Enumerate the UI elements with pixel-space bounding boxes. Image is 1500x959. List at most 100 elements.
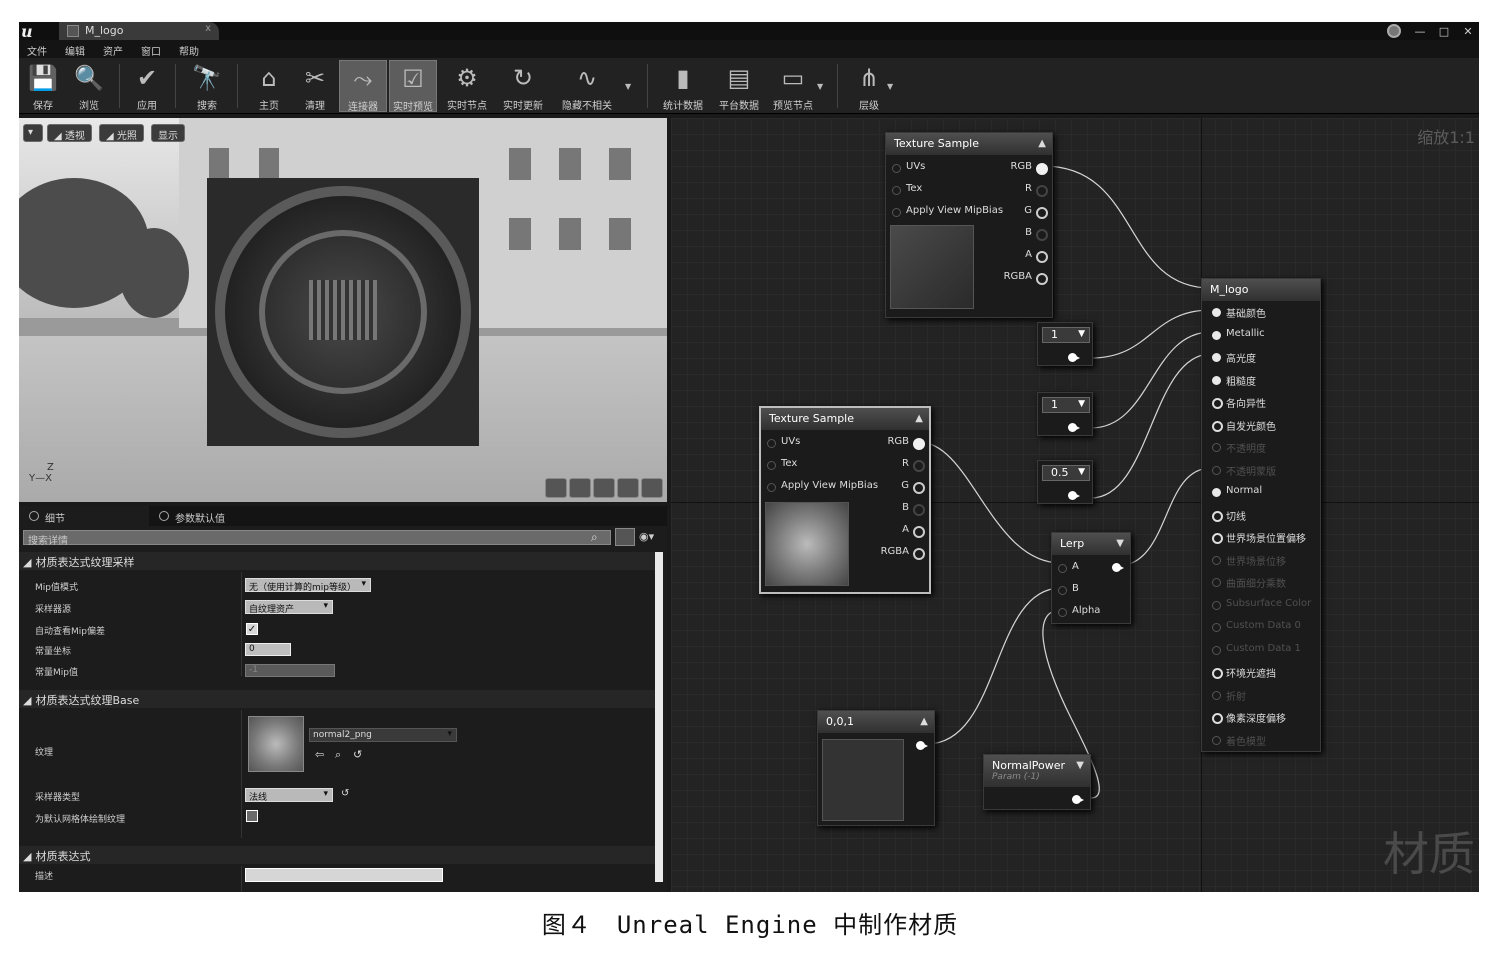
source-control-icon[interactable] bbox=[1387, 24, 1401, 38]
toolbar-platform-stats-button[interactable]: ▤ 平台数据 bbox=[715, 60, 763, 112]
input-pin-uvs[interactable]: UVs bbox=[761, 436, 800, 448]
output-pin-g[interactable]: G bbox=[1024, 205, 1048, 219]
material-input-pin[interactable]: Normal bbox=[1206, 485, 1262, 497]
material-graph[interactable]: 缩放1:1 材质 Texture Sample ▲ UVs Tex Apply V… bbox=[671, 118, 1479, 892]
input-pin-a[interactable]: A bbox=[1052, 561, 1079, 573]
chevron-down-icon[interactable]: ▼ bbox=[887, 82, 893, 91]
tab-details[interactable]: 细节 bbox=[19, 506, 149, 526]
chevron-down-icon[interactable]: ▼ bbox=[1116, 538, 1124, 549]
material-input-pin[interactable]: 环境光遮挡 bbox=[1206, 665, 1276, 680]
category-expression[interactable]: ◢ 材质表达式 bbox=[19, 846, 659, 864]
use-selected-arrow-icon[interactable]: ⇦ bbox=[315, 748, 324, 761]
toolbar-live-update-button[interactable]: ↻ 实时更新 bbox=[499, 60, 547, 112]
menu-window[interactable]: 窗口 bbox=[139, 40, 177, 58]
sphere-shape-button[interactable] bbox=[569, 478, 591, 498]
sampler-source-select[interactable]: 自纹理资产 bbox=[245, 600, 333, 615]
material-input-pin[interactable]: Subsurface Color bbox=[1206, 598, 1311, 610]
node-header[interactable]: 0,0,1 ▲ bbox=[818, 711, 934, 733]
texture-sample-node-2[interactable]: Texture Sample ▲ UVs Tex Apply View MipBi… bbox=[759, 406, 931, 594]
constant-node-specular[interactable]: 1 ▼ bbox=[1037, 392, 1093, 436]
constant-value[interactable]: 1 ▼ bbox=[1042, 397, 1090, 413]
chevron-down-icon[interactable]: ▼ bbox=[1078, 467, 1085, 477]
material-input-pin[interactable]: 自发光颜色 bbox=[1206, 418, 1276, 433]
texture-sample-node-1[interactable]: Texture Sample ▲ UVs Tex Apply View MipBi… bbox=[885, 132, 1053, 318]
output-pin[interactable] bbox=[1068, 423, 1080, 432]
auto-mip-bias-checkbox[interactable]: ✓ bbox=[246, 623, 258, 635]
output-pin-rgb[interactable]: RGB bbox=[887, 436, 925, 450]
material-input-pin[interactable]: 曲面细分乘数 bbox=[1206, 575, 1286, 590]
material-input-pin[interactable]: Metallic bbox=[1206, 328, 1265, 340]
output-pin-a[interactable]: A bbox=[1025, 249, 1048, 263]
material-result-node[interactable]: M_logo 基础颜色 Metallic 高光度 粗糙度 各向异性 自发光颜色 不透明度 不透… bbox=[1201, 278, 1321, 752]
document-tab[interactable]: M_logo x bbox=[59, 22, 219, 40]
node-header[interactable]: M_logo bbox=[1202, 279, 1320, 301]
toolbar-live-preview-button[interactable]: ☑ 实时预览 bbox=[389, 60, 437, 113]
reset-icon[interactable]: ↺ bbox=[353, 748, 362, 761]
description-input[interactable] bbox=[245, 868, 443, 882]
const-mip-input[interactable]: -1 bbox=[245, 664, 335, 677]
input-pin-b[interactable]: B bbox=[1052, 583, 1079, 595]
input-pin-tex[interactable]: Tex bbox=[761, 458, 797, 470]
menu-edit[interactable]: 编辑 bbox=[63, 40, 101, 58]
material-input-pin[interactable]: 世界场景位置偏移 bbox=[1206, 530, 1306, 545]
category-texture-sample[interactable]: ◢ 材质表达式纹理采样 bbox=[19, 552, 659, 570]
output-pin[interactable] bbox=[1068, 353, 1080, 362]
output-pin-r[interactable]: R bbox=[902, 458, 925, 472]
texture-asset-picker[interactable]: normal2_png bbox=[309, 728, 457, 742]
details-search-input[interactable]: 搜索详情 bbox=[23, 530, 611, 547]
preview-viewport[interactable]: ▾ ◢ 透视 ◢ 光照 显示 Z Y—X bbox=[19, 118, 667, 502]
input-pin-mipbias[interactable]: Apply View MipBias bbox=[761, 480, 878, 492]
lerp-node[interactable]: Lerp ▼ A B Alpha bbox=[1051, 532, 1131, 624]
node-header[interactable]: NormalPower ▼ Param (-1) bbox=[984, 755, 1090, 787]
menu-asset[interactable]: 资产 bbox=[101, 40, 139, 58]
collapse-arrow-icon[interactable]: ▲ bbox=[1038, 138, 1046, 149]
input-pin-tex[interactable]: Tex bbox=[886, 183, 922, 195]
material-input-pin[interactable]: 不透明度 bbox=[1206, 440, 1266, 455]
output-pin-a[interactable]: A bbox=[902, 524, 925, 538]
plane-shape-button[interactable] bbox=[593, 478, 615, 498]
material-input-pin[interactable]: Custom Data 0 bbox=[1206, 620, 1301, 632]
material-input-pin[interactable]: 切线 bbox=[1206, 508, 1246, 523]
chevron-down-icon[interactable]: ▼ bbox=[1076, 760, 1084, 771]
close-tab-icon[interactable]: x bbox=[205, 23, 211, 34]
constant-node-roughness[interactable]: 0.5 ▼ bbox=[1037, 460, 1093, 504]
input-pin-mipbias[interactable]: Apply View MipBias bbox=[886, 205, 1003, 217]
toolbar-hierarchy-button[interactable]: ⋔ 层级 bbox=[845, 60, 893, 112]
material-input-pin[interactable]: 基础颜色 bbox=[1206, 305, 1266, 320]
default-mesh-texture-checkbox[interactable] bbox=[246, 810, 258, 822]
output-pin-rgb[interactable]: RGB bbox=[1010, 161, 1048, 175]
chevron-down-icon[interactable]: ▼ bbox=[1078, 399, 1085, 409]
lighting-button[interactable]: ◢ 光照 bbox=[99, 124, 144, 142]
mip-mode-select[interactable]: 无（使用计算的mip等级） bbox=[245, 578, 371, 593]
tab-parameter-defaults[interactable]: 参数默认值 bbox=[149, 506, 279, 526]
cube-shape-button[interactable] bbox=[617, 478, 639, 498]
toolbar-search-button[interactable]: 🔭 搜索 bbox=[183, 60, 231, 112]
const-coordinate-input[interactable]: 0 bbox=[245, 643, 291, 656]
normal-power-param-node[interactable]: NormalPower ▼ Param (-1) bbox=[983, 754, 1091, 810]
node-header[interactable]: Texture Sample ▲ bbox=[761, 408, 929, 430]
material-input-pin[interactable]: 粗糙度 bbox=[1206, 373, 1256, 388]
material-input-pin[interactable]: Custom Data 1 bbox=[1206, 643, 1301, 655]
output-pin-b[interactable]: B bbox=[1025, 227, 1048, 241]
output-pin-r[interactable]: R bbox=[1025, 183, 1048, 197]
perspective-button[interactable]: ◢ 透视 bbox=[47, 124, 92, 142]
material-input-pin[interactable]: 各向异性 bbox=[1206, 395, 1266, 410]
output-pin[interactable] bbox=[1068, 491, 1080, 500]
toolbar-apply-button[interactable]: ✔ 应用 bbox=[123, 60, 171, 112]
material-input-pin[interactable]: 着色模型 bbox=[1206, 733, 1266, 748]
maximize-button[interactable]: □ bbox=[1433, 25, 1455, 38]
texture-thumbnail[interactable] bbox=[248, 716, 304, 772]
chevron-down-icon[interactable]: ▼ bbox=[1078, 329, 1085, 339]
output-pin-b[interactable]: B bbox=[902, 502, 925, 516]
toolbar-home-button[interactable]: ⌂ 主页 bbox=[245, 60, 293, 112]
toolbar-clean-button[interactable]: ✂ 清理 bbox=[291, 60, 339, 112]
output-pin-g[interactable]: G bbox=[901, 480, 925, 494]
toolbar-save-button[interactable]: 💾 保存 bbox=[19, 60, 67, 112]
input-pin-alpha[interactable]: Alpha bbox=[1052, 605, 1100, 617]
material-input-pin[interactable]: 像素深度偏移 bbox=[1206, 710, 1286, 725]
collapse-arrow-icon[interactable]: ▲ bbox=[915, 413, 923, 424]
vector-constant-node[interactable]: 0,0,1 ▲ bbox=[817, 710, 935, 826]
viewport-options-button[interactable]: ▾ bbox=[23, 124, 43, 142]
toolbar-hide-unrelated-button[interactable]: ∿ 隐藏不相关 bbox=[559, 60, 615, 112]
menu-file[interactable]: 文件 bbox=[25, 40, 63, 58]
